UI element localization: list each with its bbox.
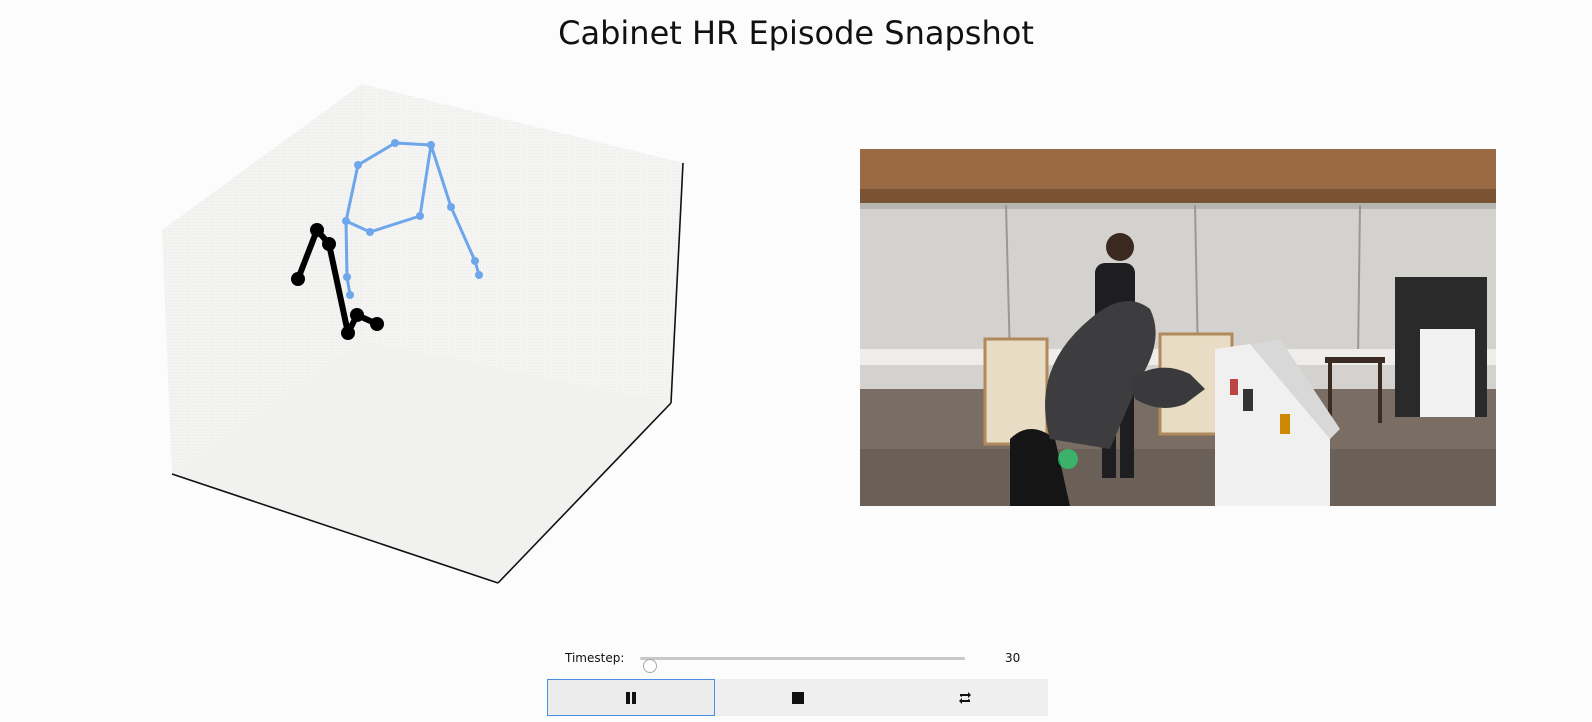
page-title: Cabinet HR Episode Snapshot xyxy=(558,14,1034,52)
timestep-label: Timestep: xyxy=(565,651,625,665)
playback-buttons xyxy=(547,679,1048,716)
skeleton-3d-plot xyxy=(162,84,684,584)
pause-icon xyxy=(626,691,637,704)
pause-button[interactable] xyxy=(547,679,716,716)
timestep-slider-thumb[interactable] xyxy=(642,659,657,673)
timestep-controls: Timestep: 30 xyxy=(565,648,1025,673)
timestep-value: 30 xyxy=(1005,651,1021,665)
loop-button[interactable] xyxy=(882,679,1048,716)
video-frame-image xyxy=(860,149,1496,506)
timestep-slider[interactable] xyxy=(640,657,965,673)
video-frame xyxy=(860,149,1496,506)
loop-icon xyxy=(958,691,971,704)
stop-button[interactable] xyxy=(715,679,881,716)
stop-icon xyxy=(792,691,805,704)
